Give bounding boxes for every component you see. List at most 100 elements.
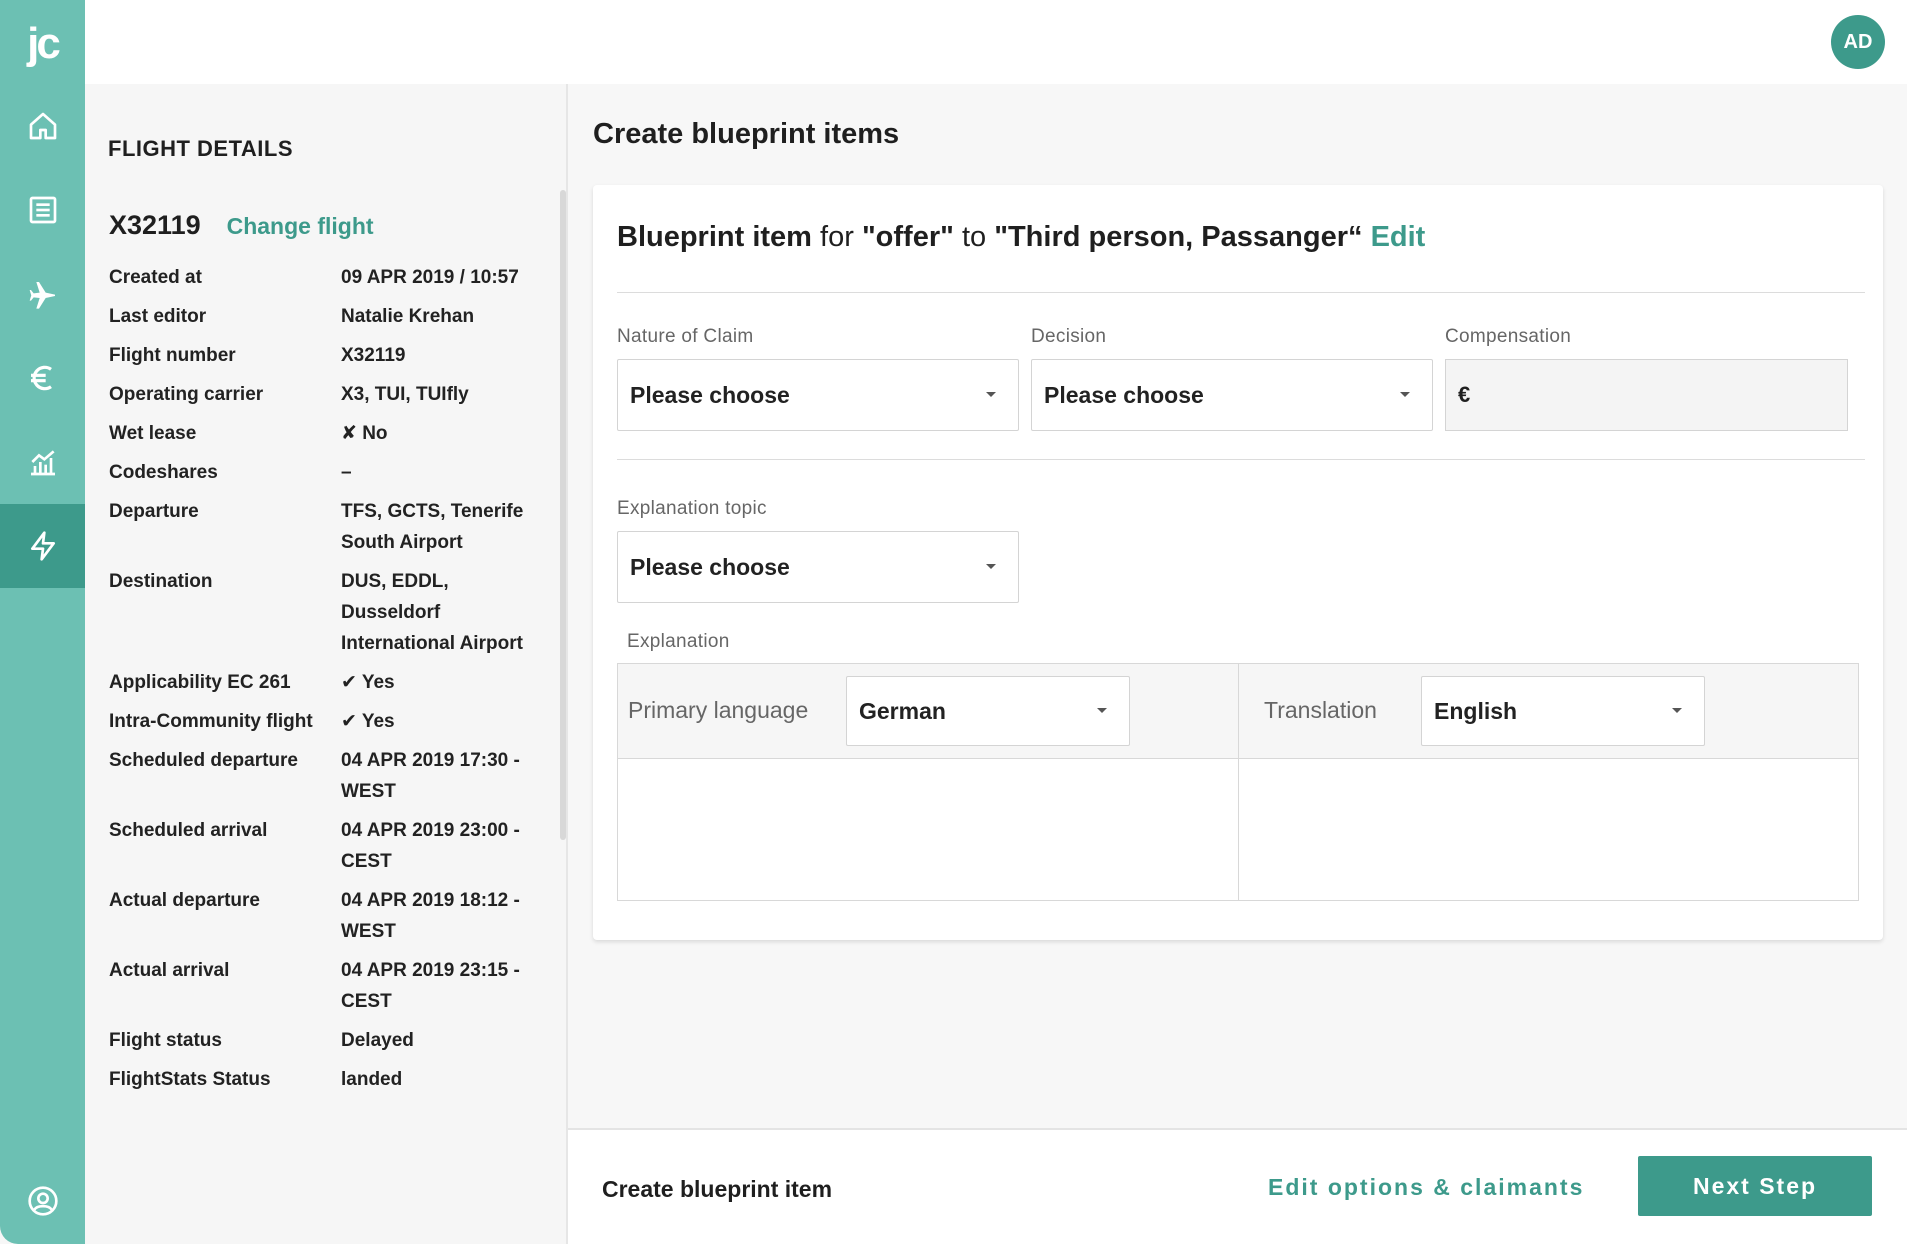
next-step-button[interactable]: Next Step [1638, 1156, 1872, 1216]
sidebar-item-flights[interactable] [0, 252, 85, 336]
sidebar-item-account[interactable] [0, 1160, 85, 1242]
detail-row: Actual departure 04 APR 2019 18:12 - WEST [109, 885, 549, 947]
detail-label: Operating carrier [109, 384, 264, 405]
detail-row: FlightStats Status landed [109, 1064, 549, 1095]
sidebar-item-analytics[interactable] [0, 420, 85, 504]
edit-options-link[interactable]: Edit options & claimants [1268, 1174, 1584, 1201]
detail-row: Wet lease ✘ No [109, 418, 549, 449]
detail-label: Destination [109, 571, 213, 592]
detail-value: 04 APR 2019 17:30 - WEST [341, 750, 520, 802]
nature-of-claim-select[interactable]: Please choose [617, 359, 1019, 431]
primary-explanation-textarea[interactable] [618, 760, 1238, 900]
detail-value: 04 APR 2019 18:12 - WEST [341, 890, 520, 942]
chart-icon [30, 450, 55, 476]
details-scrollbar[interactable] [560, 190, 566, 840]
sidebar-item-finance[interactable] [0, 336, 85, 420]
detail-row: Created at 09 APR 2019 / 10:57 [109, 262, 549, 293]
heading-target: "Third person, Passanger“ [994, 221, 1363, 253]
bottom-bar-title: Create blueprint item [602, 1176, 833, 1202]
detail-row: Applicability EC 261 ✔ Yes [109, 667, 549, 698]
detail-label: FlightStats Status [109, 1069, 271, 1090]
detail-row: Destination DUS, EDDL, Dusseldorf Interna… [109, 566, 549, 659]
detail-value: TFS, GCTS, Tenerife South Airport [341, 501, 524, 553]
primary-language-value: German [859, 697, 946, 724]
detail-value: ✔ Yes [341, 711, 395, 732]
sidebar-item-list[interactable] [0, 168, 85, 252]
detail-value: 04 APR 2019 23:15 - CEST [341, 960, 520, 1012]
explanation-topic-select[interactable]: Please choose [617, 531, 1019, 603]
page-title: Create blueprint items [593, 118, 900, 150]
compensation-input[interactable] [1478, 365, 1847, 425]
detail-row: Departure TFS, GCTS, Tenerife South Airpo… [109, 496, 549, 558]
detail-value: 09 APR 2019 / 10:57 [341, 267, 519, 288]
detail-label: Scheduled departure [109, 750, 298, 771]
detail-label: Created at [109, 267, 202, 288]
user-circle-icon [27, 1186, 58, 1216]
flight-details-panel: FLIGHT DETAILS X32119 Change flight Crea… [85, 84, 568, 1244]
detail-label: Flight number [109, 345, 236, 366]
chevron-down-icon [986, 392, 996, 397]
translation-language-value: English [1434, 697, 1518, 724]
explanation-editor: Primary language German Translation Engl… [617, 663, 1859, 901]
heading-prefix: Blueprint item [617, 221, 812, 253]
heading-for: for [811, 221, 862, 253]
decision-label: Decision [1031, 326, 1107, 347]
top-bar: AD [85, 0, 1907, 84]
app-root: jc AD FLIGHT DETAILS X32119 Change fligh… [0, 0, 1907, 1244]
detail-row: Last editor Natalie Krehan [109, 301, 549, 332]
translation-explanation-textarea[interactable] [1239, 760, 1858, 900]
chevron-down-icon [986, 564, 996, 569]
detail-label: Scheduled arrival [109, 820, 268, 841]
edit-link[interactable]: Edit [1371, 221, 1426, 253]
detail-label: Intra-Community flight [109, 711, 313, 732]
home-icon [29, 112, 56, 140]
currency-symbol: € [1458, 382, 1471, 407]
flight-header: X32119 Change flight [109, 210, 374, 241]
explanation-topic-label: Explanation topic [617, 498, 767, 519]
detail-label: Departure [109, 501, 199, 522]
sidebar: jc [0, 0, 85, 1244]
decision-value: Please choose [1044, 381, 1204, 408]
detail-row: Flight status Delayed [109, 1025, 549, 1056]
flight-details-title: FLIGHT DETAILS [108, 136, 294, 161]
compensation-field: € [1445, 359, 1848, 431]
blueprint-item-card: Blueprint item for "offer" to "Third per… [593, 185, 1883, 940]
compensation-label: Compensation [1445, 326, 1572, 347]
detail-label: Last editor [109, 306, 207, 327]
detail-label: Wet lease [109, 423, 197, 444]
app-logo[interactable]: jc [0, 14, 85, 74]
sidebar-item-blueprints[interactable] [0, 504, 85, 588]
list-icon [29, 196, 56, 224]
lightning-icon [30, 531, 55, 561]
euro-icon [30, 365, 52, 391]
translation-label: Translation [1264, 697, 1377, 723]
detail-label: Applicability EC 261 [109, 672, 291, 693]
detail-value: 04 APR 2019 23:00 - CEST [341, 820, 520, 872]
detail-value: ✘ No [341, 423, 388, 444]
explanation-label: Explanation [627, 631, 730, 652]
detail-value: landed [341, 1069, 403, 1090]
heading-offer: "offer" [861, 221, 954, 253]
column-divider [1238, 664, 1239, 900]
decision-select[interactable]: Please choose [1031, 359, 1433, 431]
avatar[interactable]: AD [1831, 15, 1885, 69]
detail-value: DUS, EDDL, Dusseldorf International Airp… [341, 571, 523, 654]
detail-row: Operating carrier X3, TUI, TUIfly [109, 379, 549, 410]
detail-label: Flight status [109, 1030, 222, 1051]
blueprint-item-heading: Blueprint item for "offer" to "Third per… [617, 221, 1425, 254]
detail-value: – [341, 462, 352, 483]
change-flight-link[interactable]: Change flight [227, 213, 374, 240]
detail-row: Actual arrival 04 APR 2019 23:15 - CEST [109, 955, 549, 1017]
detail-value: X32119 [341, 345, 406, 366]
bottom-bar: Create blueprint item Edit options & cla… [568, 1128, 1907, 1244]
sidebar-item-home[interactable] [0, 84, 85, 168]
translation-language-select[interactable]: English [1421, 676, 1705, 746]
flight-code: X32119 [109, 210, 201, 240]
detail-row: Scheduled arrival 04 APR 2019 23:00 - CES… [109, 815, 549, 877]
primary-language-select[interactable]: German [846, 676, 1130, 746]
detail-label: Actual arrival [109, 960, 230, 981]
explanation-topic-value: Please choose [630, 553, 790, 580]
nature-of-claim-value: Please choose [630, 381, 790, 408]
detail-value: Natalie Krehan [341, 306, 475, 327]
nature-of-claim-label: Nature of Claim [617, 326, 754, 347]
